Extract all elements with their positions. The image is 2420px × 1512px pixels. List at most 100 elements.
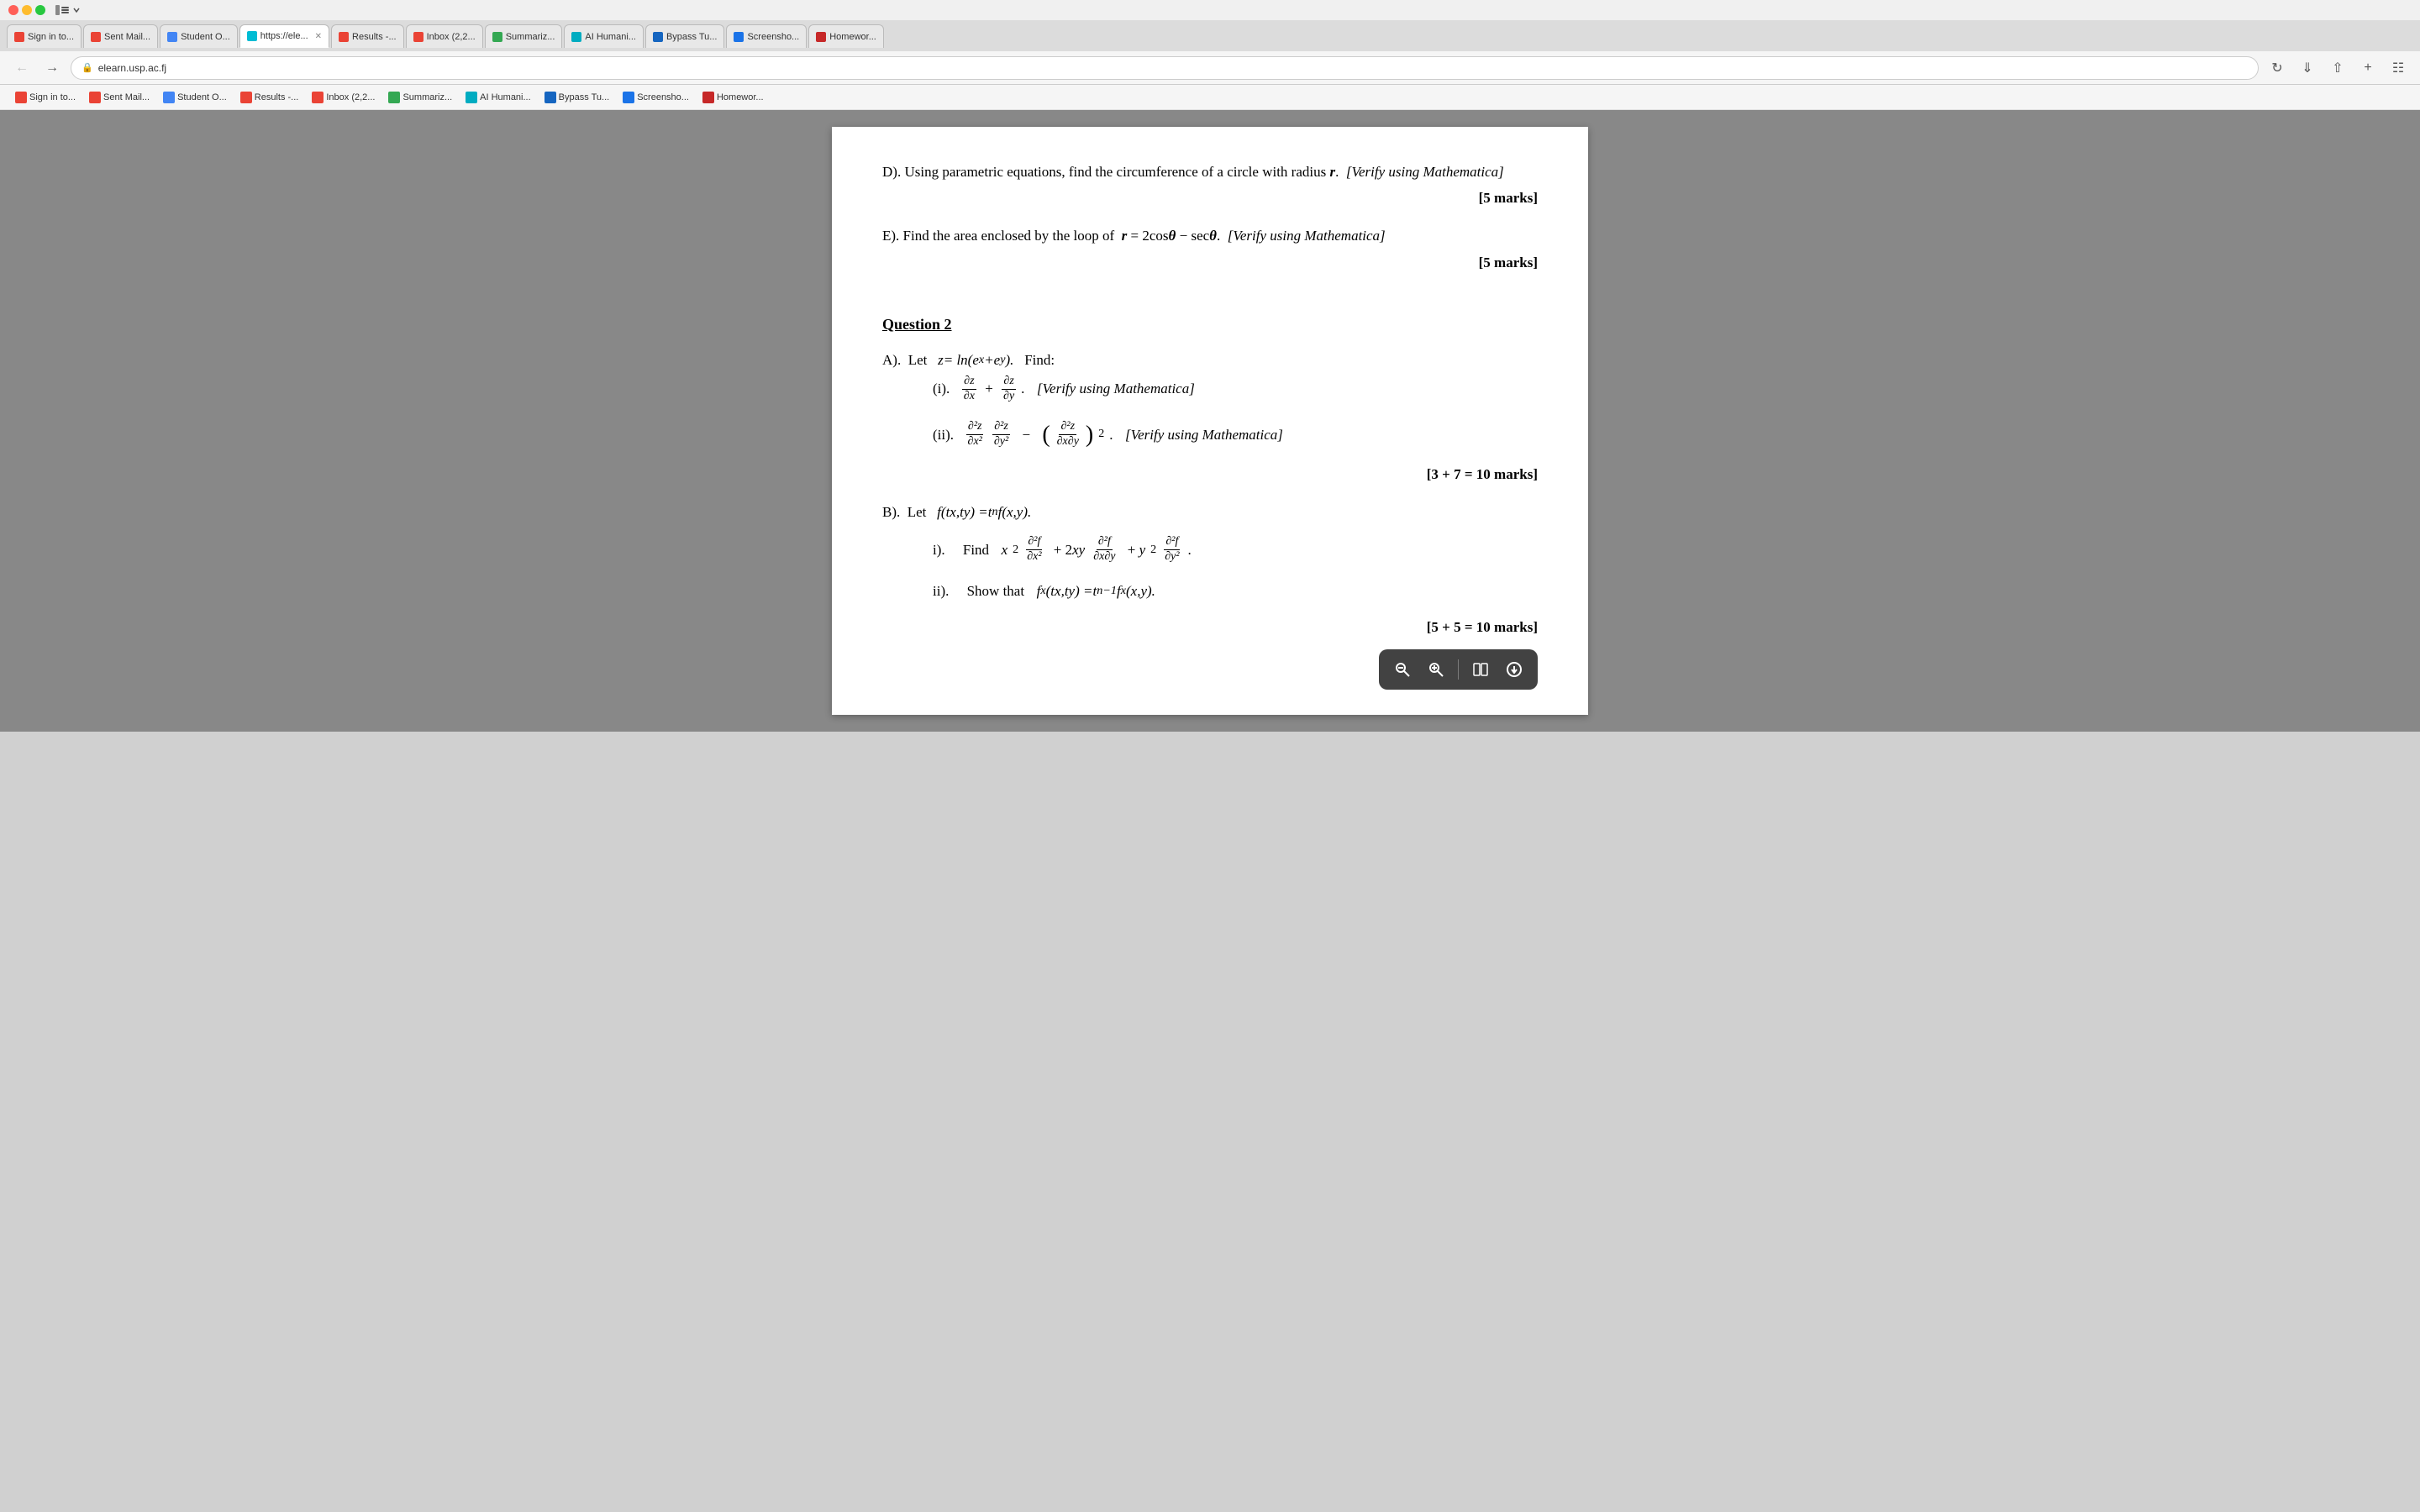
bookmark-student[interactable]: Student O... xyxy=(158,90,232,105)
tab-bypass[interactable]: Bypass Tu... xyxy=(645,24,725,48)
window-controls xyxy=(0,0,2420,21)
period-ii: . xyxy=(1109,423,1120,446)
part-a-label: A). xyxy=(882,352,904,368)
url-bar[interactable]: 🔒 elearn.usp.ac.fj xyxy=(71,56,2259,80)
part-b-ii-eq: fx(tx, ty) = tn−1 fx(x, y). xyxy=(1037,580,1155,602)
tab-results[interactable]: Results -... xyxy=(331,24,404,48)
part-e-label: E). xyxy=(882,228,899,244)
bookmark-label: Homewor... xyxy=(717,92,764,102)
tab-screenshot[interactable]: Screensho... xyxy=(726,24,807,48)
bookmark-label: Sent Mail... xyxy=(103,92,150,102)
hw-icon xyxy=(816,32,826,42)
bookmark-signin[interactable]: Sign in to... xyxy=(10,90,81,105)
tab-inbox[interactable]: Inbox (2,2... xyxy=(406,24,483,48)
part-b-ii-line: ii). Show that fx(tx, ty) = tn−1 fx(x, y… xyxy=(933,580,1538,602)
part-d-label: D). xyxy=(882,164,901,180)
part-b-intro: B). Let f(tx, ty) = tnf(x, y). xyxy=(882,501,1538,523)
part-b-equation: f(tx, ty) = tnf(x, y). xyxy=(937,501,1031,523)
gmail-icon-2 xyxy=(91,32,101,42)
tab-elearn[interactable]: https://ele... ✕ xyxy=(239,24,329,48)
tab-ai[interactable]: AI Humani... xyxy=(564,24,644,48)
bookmark-screenshot[interactable]: Screensho... xyxy=(618,90,694,105)
part-d-verify: [Verify using Mathematica] xyxy=(1346,164,1504,180)
elearn-icon xyxy=(247,31,257,41)
partial2-f-x2: ∂²f ∂x² xyxy=(1025,535,1043,564)
part-d: D). Using parametric equations, find the… xyxy=(882,160,1538,209)
part-a-equation: z = ln(ex + ey). xyxy=(938,349,1013,371)
part-e-marks: [5 marks] xyxy=(882,251,1538,274)
browser-toolbar: ← → 🔒 elearn.usp.ac.fj ↻ ⇓ ⇧ + ☷ xyxy=(0,51,2420,85)
bm-inbox-icon xyxy=(312,92,324,103)
bookmark-inbox[interactable]: Inbox (2,2... xyxy=(307,90,380,105)
tab-label: AI Humani... xyxy=(585,32,636,42)
partial2-z-xy: ∂²z ∂x∂y xyxy=(1055,420,1081,449)
bookmarks-bar: Sign in to... Sent Mail... Student O... … xyxy=(0,85,2420,110)
bm-gmail2-icon xyxy=(89,92,101,103)
part-b-sub-i: i). Find x2 ∂²f ∂x² + 2xy ∂²f ∂x∂y + y2 xyxy=(933,535,1538,564)
browser-window: Sign in to... Sent Mail... Student O... … xyxy=(0,0,2420,732)
download-button[interactable]: ⇓ xyxy=(2296,56,2319,80)
part-b-label: B). xyxy=(882,504,904,520)
squared-exp: 2 xyxy=(1098,425,1104,444)
sidebar-toggle[interactable] xyxy=(55,5,81,15)
screenshot-icon xyxy=(734,32,744,42)
tab-label: Results -... xyxy=(352,32,397,42)
part-a-intro: A). Let z = ln(ex + ey). Find: xyxy=(882,349,1538,371)
zoom-out-button[interactable] xyxy=(1387,654,1418,685)
part-b: B). Let f(tx, ty) = tnf(x, y). i). Find … xyxy=(882,501,1538,638)
bm-hw-icon xyxy=(702,92,714,103)
bm-ai-icon xyxy=(466,92,477,103)
tab-student[interactable]: Student O... xyxy=(160,24,238,48)
share-button[interactable]: ⇧ xyxy=(2326,56,2349,80)
plus-y2: + y xyxy=(1123,538,1145,561)
bookmark-results[interactable]: Results -... xyxy=(235,90,304,105)
student-icon xyxy=(167,32,177,42)
tab-label: Sent Mail... xyxy=(104,32,150,42)
part-a-marks: [3 + 7 = 10 marks] xyxy=(882,463,1538,486)
bookmark-label: Inbox (2,2... xyxy=(326,92,375,102)
part-b-marks: [5 + 5 = 10 marks] xyxy=(882,616,1538,638)
sub-i-label: (i). xyxy=(933,377,957,400)
results-icon xyxy=(339,32,349,42)
zoom-in-button[interactable] xyxy=(1421,654,1451,685)
bm-gmail-icon xyxy=(15,92,27,103)
tab-close-icon[interactable]: ✕ xyxy=(315,32,322,41)
open-paren: ( xyxy=(1042,423,1050,447)
part-d-marks: [5 marks] xyxy=(882,186,1538,209)
bookmark-label: Bypass Tu... xyxy=(559,92,610,102)
tab-label: Sign in to... xyxy=(28,32,74,42)
bookmark-summarize[interactable]: Summariz... xyxy=(383,90,457,105)
bookmark-bypass[interactable]: Bypass Tu... xyxy=(539,90,615,105)
bookmark-hw[interactable]: Homewor... xyxy=(697,90,769,105)
tab-sent[interactable]: Sent Mail... xyxy=(83,24,158,48)
minimize-button[interactable] xyxy=(22,5,32,15)
tab-summarize[interactable]: Summariz... xyxy=(485,24,563,48)
forward-button[interactable]: → xyxy=(40,56,64,80)
back-button[interactable]: ← xyxy=(10,56,34,80)
part-a-sub-ii: (ii). ∂²z ∂x² ∂²z ∂y² − ( ∂²z xyxy=(933,420,1538,449)
close-button[interactable] xyxy=(8,5,18,15)
partial2-f-xy: ∂²f ∂x∂y xyxy=(1092,535,1117,564)
sidebar-button[interactable]: ☷ xyxy=(2386,56,2410,80)
question-2-heading: Question 2 xyxy=(882,312,1538,337)
page-wrapper: D). Using parametric equations, find the… xyxy=(0,110,2420,732)
reload-button[interactable]: ↻ xyxy=(2265,56,2289,80)
bm-bypass-icon xyxy=(544,92,556,103)
tab-homework[interactable]: Homewor... xyxy=(808,24,884,48)
bookmark-ai[interactable]: AI Humani... xyxy=(460,90,536,105)
partial2-f-y2: ∂²f ∂y² xyxy=(1163,535,1181,564)
part-e-body: Find the area enclosed by the loop of r … xyxy=(903,228,1386,244)
url-text: elearn.usp.ac.fj xyxy=(98,62,166,74)
new-tab-button[interactable]: + xyxy=(2356,56,2380,80)
bookmark-label: Screensho... xyxy=(637,92,689,102)
reader-view-button[interactable] xyxy=(1465,654,1496,685)
floating-toolbar xyxy=(1379,649,1538,690)
b-sub-ii-label: ii). Show that xyxy=(933,580,1032,602)
tab-signin[interactable]: Sign in to... xyxy=(7,24,82,48)
gmail-icon xyxy=(14,32,24,42)
bookmark-sent[interactable]: Sent Mail... xyxy=(84,90,155,105)
download-page-button[interactable] xyxy=(1499,654,1529,685)
tab-bar: Sign in to... Sent Mail... Student O... … xyxy=(0,21,2420,51)
maximize-button[interactable] xyxy=(35,5,45,15)
tab-label: Bypass Tu... xyxy=(666,32,718,42)
